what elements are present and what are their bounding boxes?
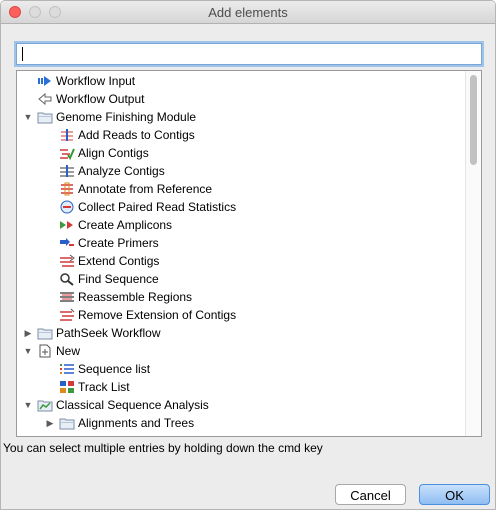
cancel-button[interactable]: Cancel [335,484,406,505]
tree-item[interactable]: Workflow Output [17,90,465,108]
tree-item[interactable]: ▶ Alignments and Trees [17,414,465,432]
tree-scrollbar[interactable] [465,71,481,436]
track-list-icon [59,380,75,394]
multi-select-hint: You can select multiple entries by holdi… [3,441,323,455]
tree-item[interactable]: Workflow Input [17,72,465,90]
tree-item-label: Analyze Contigs [78,164,165,178]
folder-icon [37,110,53,124]
tree-item-label: Collect Paired Read Statistics [78,200,237,214]
find-sequence-icon [59,272,75,286]
search-input[interactable] [16,43,482,65]
tree-item[interactable]: ▼ Classical Sequence Analysis [17,396,465,414]
extend-contigs-icon [59,254,75,268]
analyze-contigs-icon [59,164,75,178]
tree-item[interactable]: ▼ Genome Finishing Module [17,108,465,126]
arrow-right-icon [37,74,53,88]
collapse-toggle-icon[interactable]: ▼ [23,342,33,360]
tree-item[interactable]: Add Reads to Contigs [17,126,465,144]
tree-item[interactable]: Create Amplicons [17,216,465,234]
window-title: Add elements [208,5,288,20]
collapse-toggle-icon[interactable]: ▼ [23,108,33,126]
tree-item-label: Create Amplicons [78,218,173,232]
tree-item[interactable]: Remove Extension of Contigs [17,306,465,324]
tree-item[interactable]: Track List [17,378,465,396]
title-bar: Add elements [1,1,495,24]
tree-item-label: Extend Contigs [78,254,160,268]
expand-toggle-icon[interactable]: ▶ [23,324,33,342]
tree-item-label: Sequence list [78,362,151,376]
tree-item-label: Reassemble Regions [78,290,193,304]
tree-item-label: PathSeek Workflow [56,326,161,340]
text-caret [22,47,23,61]
ok-button[interactable]: OK [419,484,490,505]
tree-item-label: Workflow Input [56,74,136,88]
add-elements-dialog: Add elements Workflow Input Workflow Outp… [0,0,496,510]
tree-item[interactable]: Sequence list [17,360,465,378]
collapse-toggle-icon[interactable]: ▼ [23,396,33,414]
tree-item[interactable]: ▼ New [17,342,465,360]
tree-item[interactable]: Reassemble Regions [17,288,465,306]
scrollbar-thumb[interactable] [470,75,477,165]
tree-item[interactable]: Extend Contigs [17,252,465,270]
tree-item-label: Remove Extension of Contigs [78,308,237,322]
tree-item-label: Alignments and Trees [78,416,195,430]
tree-item[interactable]: Analyze Contigs [17,162,465,180]
tree-item[interactable]: Collect Paired Read Statistics [17,198,465,216]
tree-item-label: Classical Sequence Analysis [56,398,209,412]
tree-item[interactable]: Annotate from Reference [17,180,465,198]
tree-item-label: Workflow Output [56,92,145,106]
arrow-left-outline-icon [37,92,53,106]
tree-item[interactable]: Align Contigs [17,144,465,162]
tree-item-label: Track List [78,380,130,394]
reassemble-icon [59,290,75,304]
remove-extension-icon [59,308,75,322]
tree-item[interactable]: Find Sequence [17,270,465,288]
tree-item-label: New [56,344,81,358]
tree-item[interactable]: ▶ PathSeek Workflow [17,324,465,342]
tree-item-label: Create Primers [78,236,159,250]
folder-icon [59,416,75,430]
sequence-list-icon [59,362,75,376]
tree-item-label: Find Sequence [78,272,159,286]
align-contigs-icon [59,146,75,161]
tree-item-label: Align Contigs [78,146,149,160]
tree-item-label: Add Reads to Contigs [78,128,195,142]
element-tree[interactable]: Workflow Input Workflow Output ▼ Genome Fin… [16,70,482,437]
amplicons-icon [59,218,75,232]
folder-icon [37,326,53,340]
folder-chart-icon [37,398,53,412]
tree-item-label: Annotate from Reference [78,182,213,196]
add-reads-icon [59,128,75,142]
primers-icon [59,236,75,250]
annotate-reference-icon [59,182,75,196]
paired-read-stats-icon [59,200,75,214]
expand-toggle-icon[interactable]: ▶ [45,414,55,432]
tree-item[interactable]: Create Primers [17,234,465,252]
new-document-icon [37,344,53,358]
tree-item-label: Genome Finishing Module [56,110,197,124]
